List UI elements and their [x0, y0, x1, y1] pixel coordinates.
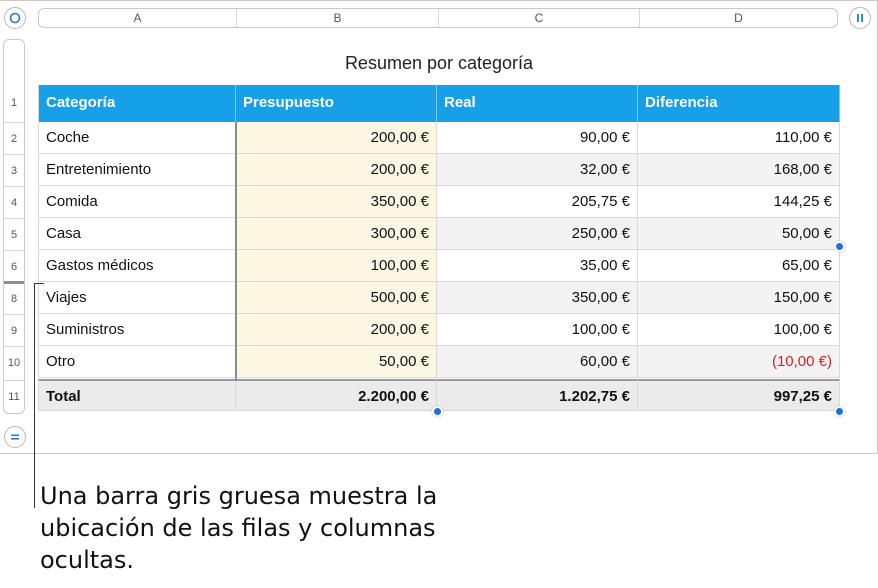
row-header[interactable]: 1 [4, 97, 24, 109]
cell-real[interactable]: 90,00 € [437, 122, 638, 154]
cell-category[interactable]: Comida [38, 186, 236, 218]
select-table-button[interactable] [4, 7, 26, 29]
column-header-b[interactable]: B [237, 9, 438, 27]
total-cell-category[interactable]: Total [38, 379, 236, 411]
resize-handle-corner[interactable] [834, 406, 845, 417]
pause-icon [857, 14, 863, 22]
add-row-button[interactable] [4, 426, 26, 448]
resize-handle-right[interactable] [834, 241, 845, 252]
cell-real[interactable]: 35,00 € [437, 250, 638, 282]
cell-difference-negative[interactable]: (10,00 €) [638, 346, 840, 378]
cell-difference[interactable]: 144,25 € [638, 186, 840, 218]
cell-category[interactable]: Viajes [38, 282, 236, 314]
cell-budget[interactable]: 200,00 € [236, 314, 437, 346]
cell-difference[interactable]: 150,00 € [638, 282, 840, 314]
header-cell-difference[interactable]: Diferencia [638, 85, 840, 122]
header-cell-budget[interactable]: Presupuesto [236, 85, 437, 122]
row-header-bar: 1 2 3 4 5 6 8 9 10 11 [3, 39, 25, 414]
header-row: Categoría Presupuesto Real Diferencia [38, 85, 840, 122]
table-row: Comida 350,00 € 205,75 € 144,25 € [38, 186, 840, 218]
row-separator [4, 186, 24, 187]
total-cell-real[interactable]: 1.202,75 € [437, 379, 638, 411]
table-row: Suministros 200,00 € 100,00 € 100,00 € [38, 314, 840, 346]
cell-real[interactable]: 350,00 € [437, 282, 638, 314]
total-cell-difference[interactable]: 997,25 € [638, 379, 840, 411]
total-cell-budget[interactable]: 2.200,00 € [236, 379, 437, 411]
table-row: Gastos médicos 100,00 € 35,00 € 65,00 € [38, 250, 840, 282]
cell-category[interactable]: Coche [38, 122, 236, 154]
row-separator [4, 218, 24, 219]
column-header-d[interactable]: D [640, 9, 837, 27]
cell-category[interactable]: Suministros [38, 314, 236, 346]
cell-real[interactable]: 32,00 € [437, 154, 638, 186]
cell-budget[interactable]: 100,00 € [236, 250, 437, 282]
row-separator [4, 346, 24, 347]
row-header[interactable]: 5 [4, 229, 24, 241]
row-header[interactable]: 4 [4, 197, 24, 209]
resize-handle-bottom[interactable] [432, 406, 443, 417]
row-header[interactable]: 10 [4, 357, 24, 369]
cell-real[interactable]: 60,00 € [437, 346, 638, 378]
column-header-c[interactable]: C [439, 9, 639, 27]
row-separator [4, 314, 24, 315]
cell-budget[interactable]: 200,00 € [236, 154, 437, 186]
cell-real[interactable]: 205,75 € [437, 186, 638, 218]
column-header-a[interactable]: A [39, 9, 236, 27]
cell-real[interactable]: 100,00 € [437, 314, 638, 346]
table-row: Casa 300,00 € 250,00 € 50,00 € [38, 218, 840, 250]
add-column-button[interactable] [849, 7, 871, 29]
cell-difference[interactable]: 100,00 € [638, 314, 840, 346]
hidden-row-indicator[interactable] [4, 281, 24, 284]
row-separator [4, 380, 24, 381]
callout-tick [34, 283, 44, 284]
circle-icon [9, 12, 21, 24]
column-header-bar: A B C D [38, 8, 838, 28]
row-header[interactable]: 8 [4, 293, 24, 305]
equals-icon [11, 434, 19, 440]
header-cell-real[interactable]: Real [437, 85, 638, 122]
cell-category[interactable]: Entretenimiento [38, 154, 236, 186]
row-separator [4, 122, 24, 123]
row-header[interactable]: 6 [4, 261, 24, 273]
header-cell-category[interactable]: Categoría [38, 85, 236, 122]
row-separator [4, 154, 24, 155]
table-title[interactable]: Resumen por categoría [38, 53, 840, 74]
cell-real[interactable]: 250,00 € [437, 218, 638, 250]
callout-text: Una barra gris gruesa muestra la ubicaci… [40, 482, 438, 574]
table-canvas: A B C D 1 2 3 4 5 6 8 9 10 11 Resumen po… [0, 0, 878, 454]
table-row: Entretenimiento 200,00 € 32,00 € 168,00 … [38, 154, 840, 186]
callout-line [34, 283, 35, 508]
table-row: Viajes 500,00 € 350,00 € 150,00 € [38, 282, 840, 314]
table-row: Otro 50,00 € 60,00 € (10,00 €) [38, 346, 840, 378]
cell-budget[interactable]: 200,00 € [236, 122, 437, 154]
cell-difference[interactable]: 65,00 € [638, 250, 840, 282]
cell-category[interactable]: Otro [38, 346, 236, 378]
cell-budget[interactable]: 50,00 € [236, 346, 437, 378]
cell-difference[interactable]: 168,00 € [638, 154, 840, 186]
cell-budget[interactable]: 350,00 € [236, 186, 437, 218]
cell-category[interactable]: Casa [38, 218, 236, 250]
cell-category[interactable]: Gastos médicos [38, 250, 236, 282]
cell-difference[interactable]: 50,00 € [638, 218, 840, 250]
cell-budget[interactable]: 500,00 € [236, 282, 437, 314]
row-header[interactable]: 11 [4, 391, 24, 403]
row-separator [4, 250, 24, 251]
cell-budget[interactable]: 300,00 € [236, 218, 437, 250]
cell-difference[interactable]: 110,00 € [638, 122, 840, 154]
column-divider [235, 122, 237, 381]
row-header[interactable]: 3 [4, 165, 24, 177]
row-header[interactable]: 9 [4, 325, 24, 337]
row-header[interactable]: 2 [4, 133, 24, 145]
table-row: Coche 200,00 € 90,00 € 110,00 € [38, 122, 840, 154]
